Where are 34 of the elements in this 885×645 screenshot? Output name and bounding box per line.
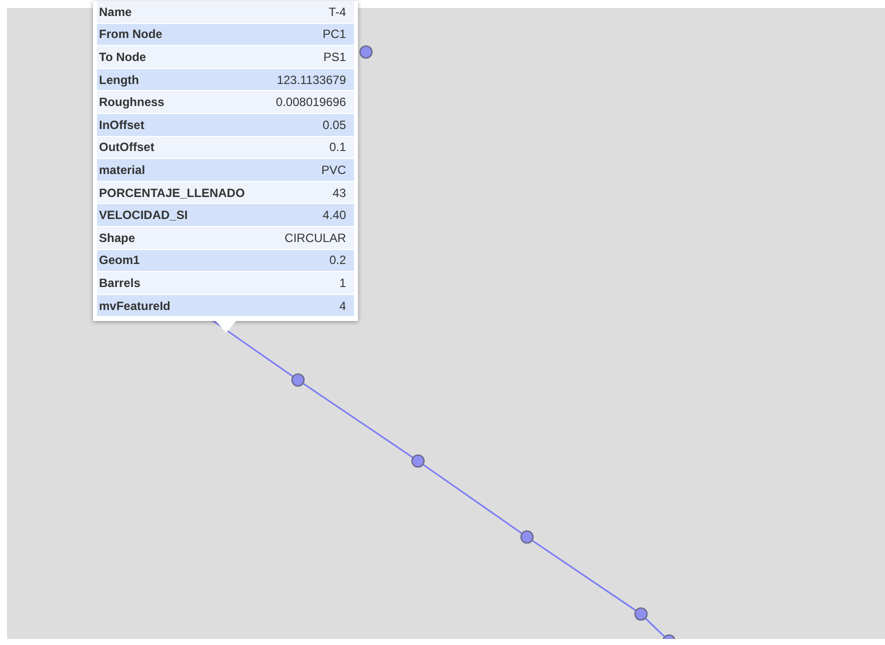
attribute-label: To Node	[99, 50, 146, 64]
attribute-label: InOffset	[99, 118, 144, 132]
node-marker	[411, 454, 425, 468]
attribute-value: PC1	[322, 27, 346, 42]
attribute-value: 0.2	[329, 253, 346, 268]
attribute-value: T-4	[328, 4, 346, 19]
node-marker	[359, 45, 373, 59]
attribute-value: PVC	[321, 162, 346, 177]
attribute-label: mvFeatureId	[99, 298, 170, 313]
attribute-label: Geom1	[99, 253, 140, 268]
attribute-value: 0.008019696	[276, 95, 346, 110]
node-marker	[291, 373, 305, 387]
node-marker	[520, 530, 534, 544]
attribute-value: CIRCULAR	[284, 230, 346, 245]
attribute-label: Length	[99, 72, 139, 87]
attribute-label: VELOCIDAD_SI	[99, 208, 188, 222]
attribute-value: 4	[339, 298, 346, 313]
attribute-label: Barrels	[99, 276, 140, 290]
attribute-value: 43	[332, 186, 346, 200]
attribute-value: 0.05	[322, 118, 346, 132]
node-marker	[634, 607, 648, 621]
attribute-value: 4.40	[322, 208, 346, 222]
attribute-value: 0.1	[329, 140, 346, 154]
attribute-label: OutOffset	[99, 140, 154, 154]
attribute-label: material	[99, 162, 146, 177]
attribute-label: Shape	[99, 230, 136, 245]
attribute-label: Roughness	[99, 95, 164, 110]
attribute-value: 123.1133679	[276, 72, 346, 87]
attribute-value: PS1	[323, 50, 346, 64]
attribute-label: From Node	[99, 27, 162, 42]
attribute-label: Name	[99, 4, 132, 19]
node-marker	[662, 634, 676, 639]
attribute-value: 1	[339, 276, 346, 290]
attribute-label: PORCENTAJE_LLENADO	[99, 186, 245, 200]
